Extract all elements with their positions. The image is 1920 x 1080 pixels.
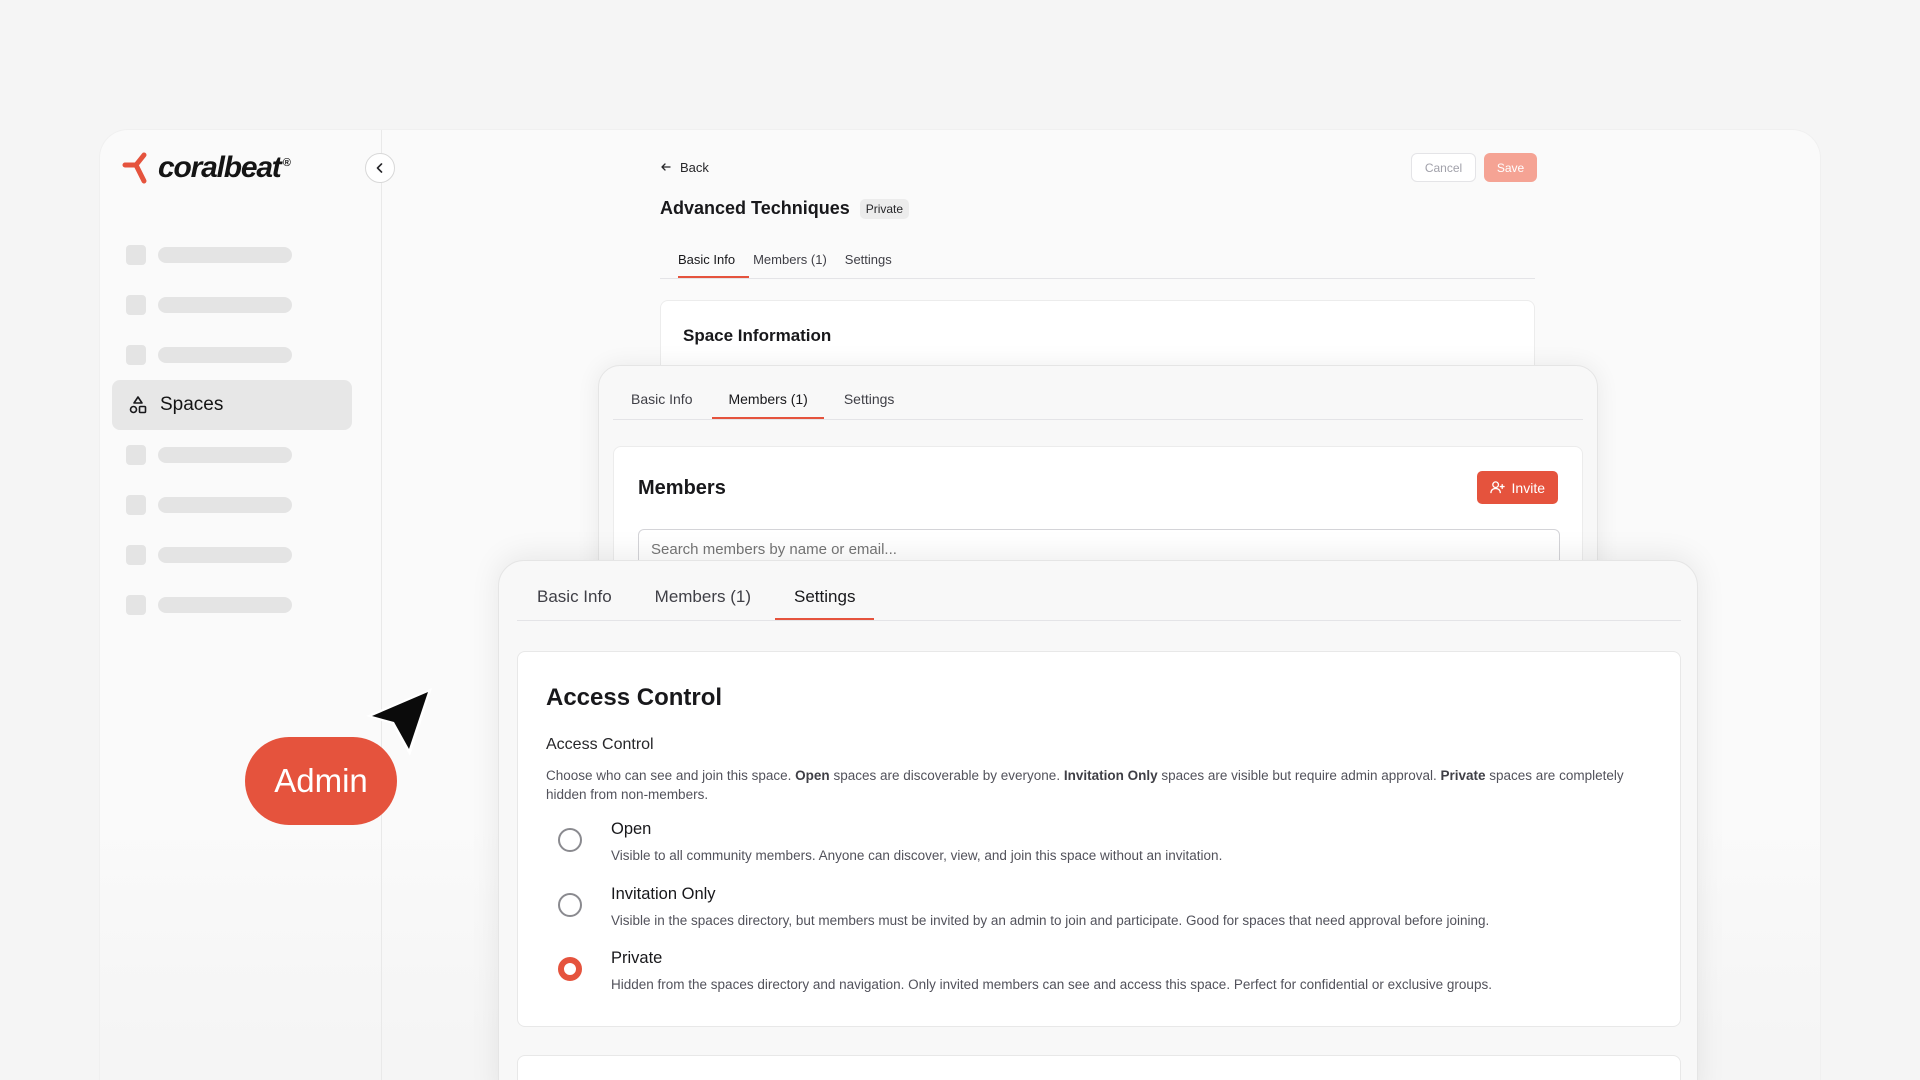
tab-settings[interactable]: Settings [844, 386, 895, 419]
logo[interactable]: coralbeat ® [122, 150, 291, 186]
save-button[interactable]: Save [1484, 153, 1537, 182]
tab-members[interactable]: Members (1) [753, 245, 841, 278]
radio-title: Invitation Only [611, 885, 716, 903]
members-panel-tabs: Basic Info Members (1) Settings [613, 386, 1583, 420]
tab-members[interactable]: Members (1) [655, 571, 751, 620]
placeholder-label [158, 497, 292, 513]
sidebar-item-spaces[interactable]: Spaces [112, 380, 352, 430]
access-control-card: Access Control Access Control Choose who… [517, 651, 1681, 1027]
placeholder-icon [126, 295, 146, 315]
placeholder-label [158, 547, 292, 563]
access-control-title: Access Control [546, 684, 723, 711]
radio-button[interactable] [558, 828, 582, 852]
access-control-description: Choose who can see and join this space. … [546, 768, 1624, 802]
tab-settings[interactable]: Settings [775, 571, 875, 620]
page-tabs: Basic Info Members (1) Settings [660, 245, 1535, 279]
next-settings-card [517, 1055, 1681, 1080]
members-title: Members [638, 477, 726, 499]
placeholder-label [158, 347, 292, 363]
sidebar: coralbeat ® Spaces [100, 130, 395, 1080]
page-title: Advanced Techniques [660, 198, 850, 218]
tab-basic-info[interactable]: Basic Info [631, 386, 692, 419]
radio-button[interactable] [558, 893, 582, 917]
cancel-button[interactable]: Cancel [1411, 153, 1476, 182]
access-control-label: Access Control [546, 736, 654, 753]
page-header: Back [660, 155, 1535, 179]
user-plus-icon [1489, 481, 1505, 494]
sidebar-item-placeholder[interactable] [112, 430, 352, 480]
back-label: Back [680, 159, 709, 175]
privacy-badge: Private [859, 198, 910, 219]
radio-button-selected[interactable] [558, 957, 582, 981]
settings-panel: Basic Info Members (1) Settings Access C… [498, 560, 1698, 1080]
chevron-left-icon [376, 163, 383, 173]
sidebar-item-placeholder[interactable] [112, 480, 352, 530]
radio-description: Visible in the spaces directory, but mem… [611, 913, 1490, 928]
placeholder-label [158, 297, 292, 313]
title-row: Advanced Techniques Private [660, 198, 910, 219]
tab-basic-info[interactable]: Basic Info [537, 571, 612, 620]
sidebar-nav: Spaces [112, 230, 352, 630]
placeholder-label [158, 247, 292, 263]
placeholder-icon [126, 345, 146, 365]
radio-title: Private [611, 949, 663, 967]
sidebar-item-placeholder[interactable] [112, 230, 352, 280]
placeholder-label [158, 597, 292, 613]
placeholder-label [158, 447, 292, 463]
settings-panel-tabs: Basic Info Members (1) Settings [517, 571, 1681, 621]
tab-basic-info[interactable]: Basic Info [678, 245, 750, 278]
invite-label: Invite [1511, 479, 1545, 496]
placeholder-icon [126, 545, 146, 565]
cursor-arrow-icon [366, 688, 432, 756]
back-link[interactable]: Back [660, 155, 1535, 179]
sidebar-item-placeholder[interactable] [112, 580, 352, 630]
logo-text: coralbeat ® [158, 151, 291, 184]
collapse-sidebar-button[interactable] [365, 153, 395, 183]
radio-description: Hidden from the spaces directory and nav… [611, 977, 1492, 992]
sidebar-item-label: Spaces [160, 394, 224, 415]
coralbeat-logo-icon [122, 152, 147, 184]
tab-members[interactable]: Members (1) [712, 386, 824, 419]
sidebar-item-placeholder[interactable] [112, 530, 352, 580]
section-title: Space Information [683, 326, 832, 345]
placeholder-icon [126, 445, 146, 465]
sidebar-item-placeholder[interactable] [112, 280, 352, 330]
placeholder-icon [126, 595, 146, 615]
invite-button[interactable]: Invite [1476, 471, 1558, 504]
sidebar-item-placeholder[interactable] [112, 330, 352, 380]
radio-title: Open [611, 820, 652, 838]
tab-settings[interactable]: Settings [845, 245, 906, 278]
radio-description: Visible to all community members. Anyone… [611, 848, 1223, 863]
shapes-icon [129, 396, 147, 414]
arrow-left-icon [661, 163, 671, 171]
placeholder-icon [126, 495, 146, 515]
placeholder-icon [126, 245, 146, 265]
header-actions: Cancel Save [1411, 153, 1537, 182]
